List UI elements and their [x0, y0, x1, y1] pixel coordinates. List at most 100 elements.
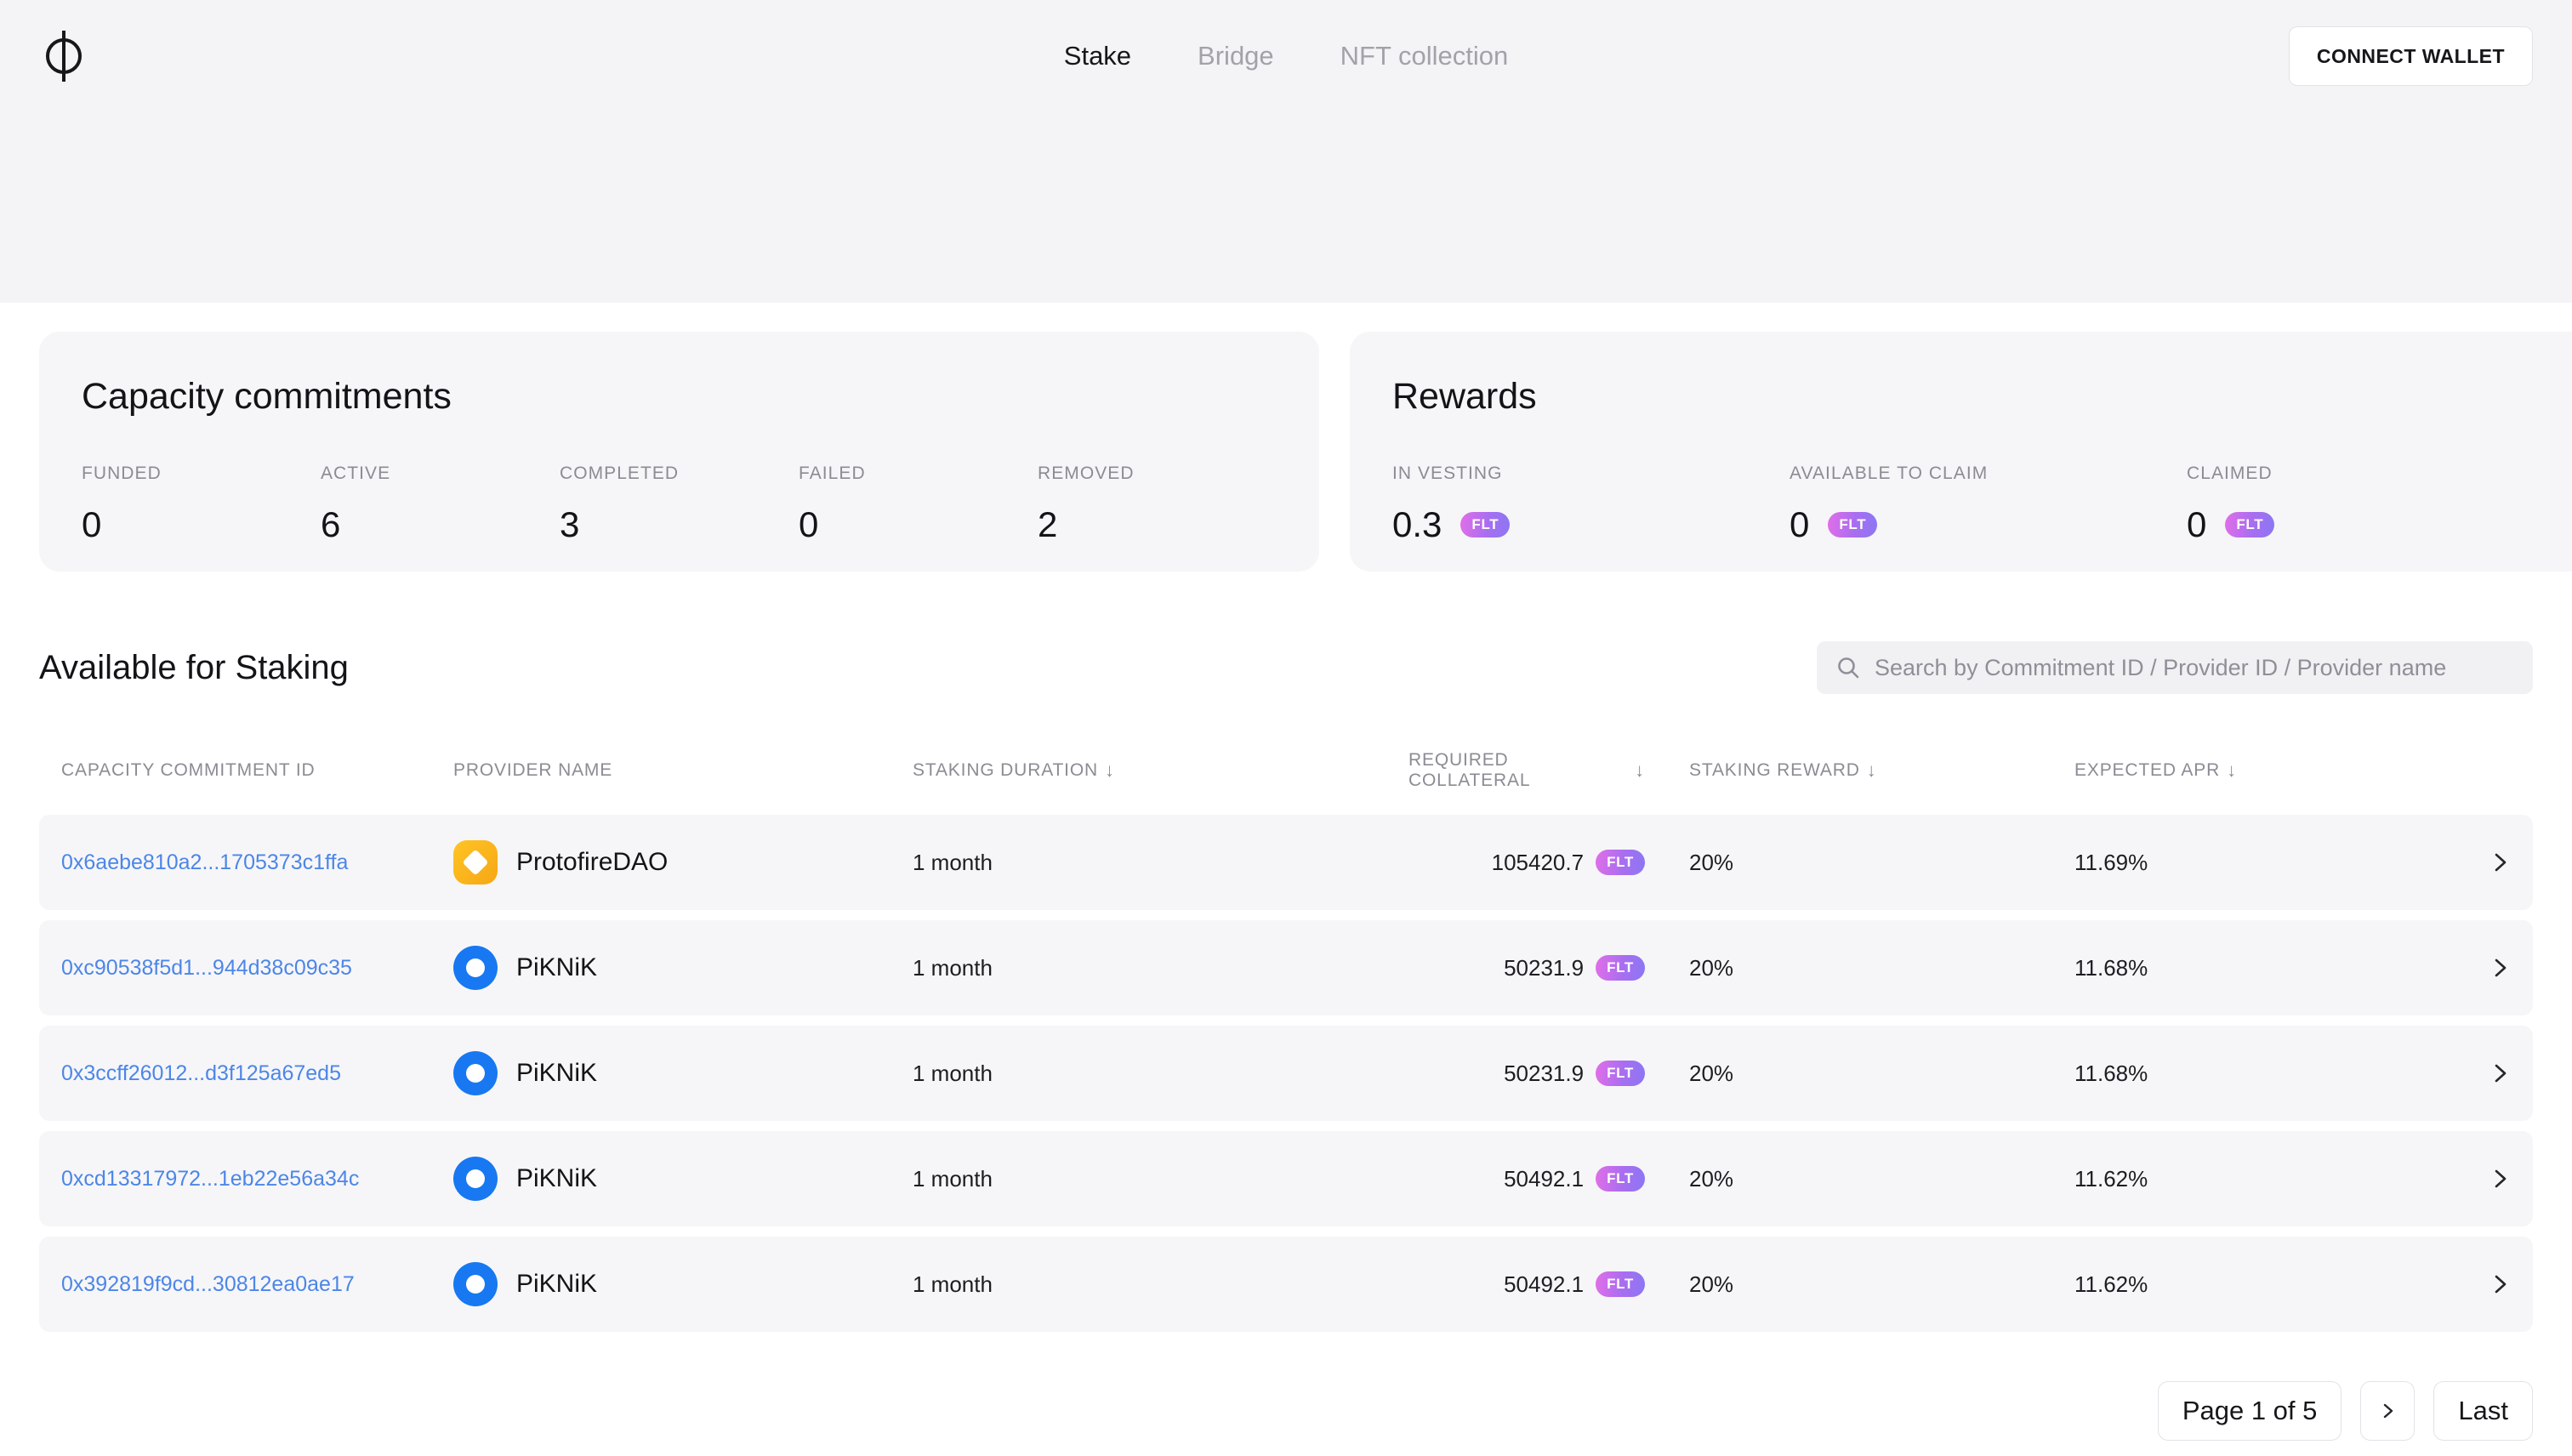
search-input[interactable] — [1875, 654, 2514, 681]
page-header: Stake Bridge NFT collection CONNECT WALL… — [0, 0, 2572, 303]
stat-value: 3 — [560, 504, 580, 544]
tab-stake[interactable]: Stake — [1064, 41, 1131, 71]
sort-desc-icon[interactable]: ↓ — [2227, 759, 2237, 782]
staking-duration-value: 1 month — [913, 1271, 993, 1297]
table-body: 0x6aebe810a2...1705373c1ffa ProtofireDAO… — [39, 815, 2533, 1332]
stat-value: 0 — [2187, 504, 2207, 544]
next-page-icon — [2384, 1403, 2393, 1419]
collateral-value: 105420.7 — [1491, 849, 1585, 875]
flt-token-badge: FLT — [1596, 955, 1645, 981]
required-collateral-cell: 105420.7 FLT — [1408, 850, 1645, 876]
staking-reward-value: 20% — [1689, 1271, 1734, 1297]
table-row[interactable]: 0x392819f9cd...30812ea0ae17 PiKNiK 1 mon… — [39, 1237, 2533, 1332]
staking-table: CAPACITY COMMITMENT ID PROVIDER NAME STA… — [0, 750, 2572, 1332]
stat-value: 2 — [1038, 504, 1058, 544]
row-chevron-icon[interactable] — [2473, 1168, 2511, 1190]
flt-token-badge: FLT — [1596, 850, 1645, 875]
stat-label: IN VESTING — [1392, 464, 1503, 483]
protofire-logo-icon — [453, 840, 498, 884]
staking-duration-value: 1 month — [913, 1060, 993, 1086]
provider-name: PiKNiK — [516, 1059, 598, 1087]
provider-cell: ProtofireDAO — [453, 840, 913, 884]
summary-cards: Capacity commitments FUNDED 0 ACTIVE 6 C… — [0, 332, 2572, 572]
flt-token-badge: FLT — [1596, 1166, 1645, 1192]
table-row[interactable]: 0x3ccff26012...d3f125a67ed5 PiKNiK 1 mon… — [39, 1026, 2533, 1121]
rewards-stats: IN VESTING 0.3 FLT AVAILABLE TO CLAIM 0 … — [1392, 464, 2572, 545]
rewards-card: Rewards IN VESTING 0.3 FLT AVAILABLE TO … — [1350, 332, 2572, 572]
stat-label: FAILED — [799, 464, 866, 483]
piknik-logo-icon — [453, 1157, 498, 1201]
stat-failed: FAILED 0 — [799, 464, 1038, 545]
row-chevron-icon[interactable] — [2473, 1062, 2511, 1084]
navbar: Stake Bridge NFT collection CONNECT WALL… — [0, 0, 2572, 112]
staking-reward-value: 20% — [1689, 954, 1734, 981]
provider-cell: PiKNiK — [453, 1262, 913, 1306]
flt-token-badge: FLT — [1460, 512, 1511, 537]
tab-nft-collection[interactable]: NFT collection — [1340, 41, 1509, 71]
piknik-logo-icon — [453, 1051, 498, 1095]
tab-bridge[interactable]: Bridge — [1198, 41, 1274, 71]
flt-token-badge: FLT — [1596, 1061, 1645, 1086]
required-collateral-cell: 50492.1 FLT — [1408, 1271, 1645, 1298]
stat-value: 0 — [1790, 504, 1810, 544]
collateral-value: 50492.1 — [1504, 1165, 1585, 1192]
capacity-commitments-card: Capacity commitments FUNDED 0 ACTIVE 6 C… — [39, 332, 1319, 572]
stat-label: AVAILABLE TO CLAIM — [1790, 464, 1989, 483]
col-provider-name: PROVIDER NAME — [453, 760, 613, 780]
col-staking-reward[interactable]: STAKING REWARD ↓ — [1645, 759, 2074, 782]
flt-token-badge: FLT — [1596, 1271, 1645, 1297]
required-collateral-cell: 50231.9 FLT — [1408, 955, 1645, 981]
commitment-id-link[interactable]: 0xc90538f5d1...944d38c09c35 — [61, 956, 453, 981]
stat-available-to-claim: AVAILABLE TO CLAIM 0 FLT — [1790, 464, 2187, 545]
staking-reward-value: 20% — [1689, 849, 1734, 875]
expected-apr-value: 11.62% — [2074, 1271, 2148, 1297]
flt-token-badge: FLT — [1828, 512, 1878, 537]
stat-value: 0 — [82, 504, 102, 544]
table-row[interactable]: 0x6aebe810a2...1705373c1ffa ProtofireDAO… — [39, 815, 2533, 910]
provider-cell: PiKNiK — [453, 946, 913, 990]
search-box[interactable] — [1817, 641, 2533, 694]
sort-desc-icon[interactable]: ↓ — [1867, 759, 1877, 782]
sort-desc-icon[interactable]: ↓ — [1105, 759, 1115, 782]
stat-label: CLAIMED — [2187, 464, 2273, 483]
row-chevron-icon[interactable] — [2473, 957, 2511, 979]
stat-value: 0.3 — [1392, 504, 1442, 544]
staking-duration-value: 1 month — [913, 1165, 993, 1192]
expected-apr-value: 11.68% — [2074, 1060, 2148, 1086]
main-nav: Stake Bridge NFT collection — [1064, 41, 1508, 71]
sort-desc-icon[interactable]: ↓ — [1635, 759, 1645, 782]
stat-completed: COMPLETED 3 — [560, 464, 799, 545]
page-indicator-button[interactable]: Page 1 of 5 — [2157, 1381, 2342, 1441]
table-row[interactable]: 0xc90538f5d1...944d38c09c35 PiKNiK 1 mon… — [39, 920, 2533, 1015]
col-required-collateral[interactable]: REQUIRED COLLATERAL ↓ — [1408, 750, 1645, 791]
table-header-row: CAPACITY COMMITMENT ID PROVIDER NAME STA… — [39, 750, 2533, 791]
last-page-button[interactable]: Last — [2433, 1381, 2533, 1441]
commitment-id-link[interactable]: 0x3ccff26012...d3f125a67ed5 — [61, 1061, 453, 1086]
search-icon — [1838, 657, 1859, 679]
row-chevron-icon[interactable] — [2473, 851, 2511, 873]
provider-cell: PiKNiK — [453, 1157, 913, 1201]
commitment-id-link[interactable]: 0x6aebe810a2...1705373c1ffa — [61, 850, 453, 875]
col-staking-duration[interactable]: STAKING DURATION ↓ — [913, 759, 1408, 782]
provider-name: PiKNiK — [516, 1164, 598, 1192]
pagination: Page 1 of 5 Last — [0, 1381, 2572, 1441]
rewards-card-title: Rewards — [1392, 376, 1537, 417]
commitment-id-link[interactable]: 0x392819f9cd...30812ea0ae17 — [61, 1272, 453, 1297]
commitment-id-link[interactable]: 0xcd13317972...1eb22e56a34c — [61, 1167, 453, 1192]
col-capacity-commitment-id: CAPACITY COMMITMENT ID — [61, 760, 316, 780]
fluence-logo[interactable] — [39, 28, 88, 84]
connect-wallet-button[interactable]: CONNECT WALLET — [2288, 26, 2533, 86]
provider-name: ProtofireDAO — [516, 848, 669, 876]
staking-section-title: Available for Staking — [39, 648, 349, 686]
staking-section-header: Available for Staking — [0, 641, 2572, 694]
stat-removed: REMOVED 2 — [1038, 464, 1277, 545]
stat-label: COMPLETED — [560, 464, 680, 483]
staking-reward-value: 20% — [1689, 1165, 1734, 1192]
table-row[interactable]: 0xcd13317972...1eb22e56a34c PiKNiK 1 mon… — [39, 1131, 2533, 1226]
next-page-button[interactable] — [2360, 1381, 2416, 1441]
expected-apr-value: 11.68% — [2074, 954, 2148, 981]
row-chevron-icon[interactable] — [2473, 1273, 2511, 1295]
col-expected-apr[interactable]: EXPECTED APR ↓ — [2074, 759, 2473, 782]
staking-reward-value: 20% — [1689, 1060, 1734, 1086]
stat-value: 6 — [321, 504, 341, 544]
